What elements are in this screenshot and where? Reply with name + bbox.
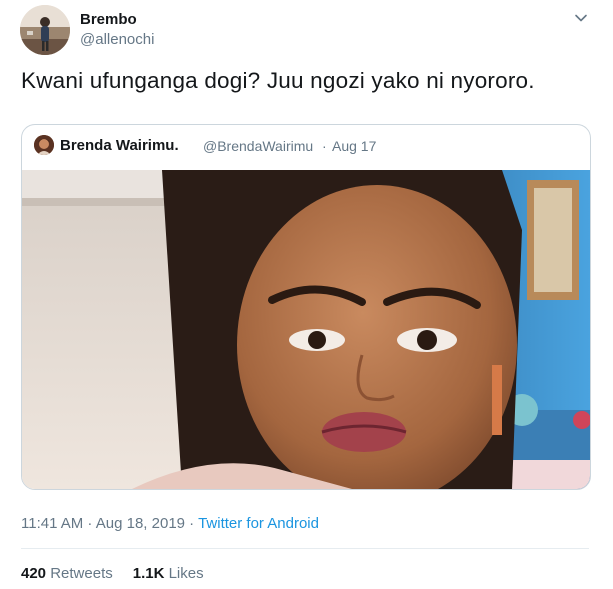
retweets-count: 420	[21, 565, 47, 582]
likes-count: 1.1K	[132, 565, 165, 582]
likes-stat[interactable]: 1.1K Likes	[133, 565, 204, 582]
tweet-stats: 420 Retweets 1.1K Likes	[21, 565, 204, 582]
author-name[interactable]: Brembo	[80, 11, 137, 28]
quoted-media-image[interactable]	[22, 170, 590, 489]
likes-label: Likes	[168, 565, 204, 582]
chevron-down-icon[interactable]	[573, 10, 589, 26]
quoted-separator: ·	[322, 138, 327, 154]
tweet-text: Kwani ufunganga dogi? Juu ngozi yako ni …	[21, 68, 535, 93]
avatar-photo	[20, 5, 70, 55]
author-avatar[interactable]	[20, 5, 70, 55]
author-handle[interactable]: @allenochi	[80, 31, 154, 48]
quoted-author-avatar[interactable]	[34, 135, 54, 155]
tweet-card: Brembo @allenochi Kwani ufunganga dogi? …	[0, 0, 613, 589]
quoted-date[interactable]: Aug 17	[332, 138, 376, 154]
quoted-author-name[interactable]: Brenda Wairimu.	[60, 137, 179, 154]
tweet-timestamp[interactable]: 11:41 AM · Aug 18, 2019 ·	[21, 515, 198, 532]
quoted-author-handle[interactable]: @BrendaWairimu	[203, 138, 313, 154]
tweet-meta: 11:41 AM · Aug 18, 2019 · Twitter for An…	[21, 515, 319, 532]
selfie-photo	[22, 170, 590, 489]
retweets-label: Retweets	[50, 565, 113, 582]
quoted-tweet[interactable]: Brenda Wairimu. @BrendaWairimu · Aug 17	[21, 124, 591, 490]
divider	[21, 548, 589, 549]
retweets-stat[interactable]: 420 Retweets	[21, 565, 113, 582]
quoted-avatar-photo	[34, 135, 54, 155]
tweet-source-link[interactable]: Twitter for Android	[198, 515, 319, 532]
